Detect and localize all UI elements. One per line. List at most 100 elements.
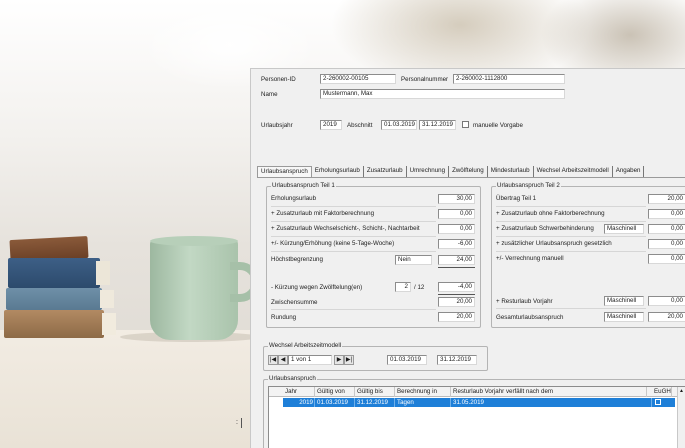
sum-line [438,267,475,268]
grid-header: Jahr Gültig von Gültig bis Berechnung in… [269,387,685,397]
teil2-gesetzlich-value[interactable]: 0,00 [648,239,685,249]
teil2-title: Urlaubsanspruch Teil 2 [496,182,561,190]
row-divider [271,236,436,237]
row-divider [496,206,646,207]
teil2-zusatz-ohne-faktor-label: + Zusatzurlaub ohne Faktorberechnung [496,210,605,217]
teil1-zusatz-schicht-label: + Zusatzurlaub Wechselschicht-, Schicht-… [271,225,420,232]
teil1-zusatz-faktor-value[interactable]: 0,00 [438,209,475,219]
column-header-berechnung[interactable]: Berechnung in [395,387,451,397]
row-divider [271,309,436,310]
sum-line [438,294,475,295]
abschnitt-bis-field[interactable]: 31.12.2019 [419,120,456,130]
name-field[interactable]: Mustermann, Max [320,89,565,99]
personalnummer-label: Personalnummer [401,76,449,83]
wechsel-bis-field[interactable]: 31.12.2019 [437,355,477,365]
teil1-zusatz-faktor-label: + Zusatzurlaub mit Faktorberechnung [271,210,375,217]
teil2-verrechnung-label: +/- Verrechnung manuell [496,255,564,262]
grid-scrollbar[interactable]: ▲ ▼ [677,387,685,448]
teil2-gesamt-label: Gesamturlaubsanspruch [496,314,564,321]
cell-jahr: 2019 [283,398,315,407]
column-header-verfall[interactable]: Resturlaub Vorjahr verfällt nach dem [451,387,647,397]
column-header-gueltig-bis[interactable]: Gültig bis [355,387,395,397]
teil2-uebertrag-value[interactable]: 20,00 [648,194,685,204]
scroll-up-icon[interactable]: ▲ [679,388,684,394]
teil1-hoechstbegrenzung-select[interactable]: Nein [395,255,432,265]
teil2-uebertrag-label: Übertrag Teil 1 [496,195,537,202]
row-divider [271,221,436,222]
teil2-resturlaub-select[interactable]: Maschinell [604,296,644,306]
previous-record-icon[interactable]: ◀ [278,355,288,365]
teil1-kuerzung-value[interactable]: -6,00 [438,239,475,249]
teil2-gesamt-select[interactable]: Maschinell [604,312,644,322]
teil1-zwoelftelung-count[interactable]: 2 [395,282,411,292]
teil2-resturlaub-value[interactable]: 0,00 [648,296,685,306]
mug-rim [150,236,238,246]
name-label: Name [261,91,278,98]
teil1-title: Urlaubsanspruch Teil 1 [271,182,336,190]
teil1-erholungsurlaub-value[interactable]: 30,00 [438,194,475,204]
teil2-schwerbehinderung-label: + Zusatzurlaub Schwerbehinderung [496,225,594,232]
wechsel-group: Wechsel Arbeitszeitmodell |◀ ◀ 1 von 1 ▶… [263,342,488,371]
teil1-hoechstbegrenzung-value[interactable]: 24,00 [438,255,475,265]
teil1-zwischensumme-value[interactable]: 20,00 [438,297,475,307]
row-divider [271,251,436,252]
row-divider [496,308,646,309]
teil2-verrechnung-value[interactable]: 0,00 [648,254,685,264]
mug [150,240,238,340]
personen-id-label: Personen-ID [261,76,296,83]
teil2-schwerbehinderung-select[interactable]: Maschinell [604,224,644,234]
record-pager[interactable]: 1 von 1 [288,355,332,365]
urlaubsanspruch-table-title: Urlaubsanspruch [268,375,317,383]
teil1-zwischensumme-label: Zwischensumme [271,299,318,306]
first-record-icon[interactable]: |◀ [268,355,278,365]
manuelle-vorgabe-checkbox[interactable] [462,121,469,128]
row-divider [496,251,646,252]
next-record-icon[interactable]: ▶ [334,355,344,365]
column-header-eugh[interactable]: EuGH [652,387,672,397]
book [4,310,116,338]
manuelle-vorgabe-label: manuelle Vorgabe [473,122,523,129]
table-row[interactable]: 2019 01.03.2019 31.12.2019 Tagen 31.05.2… [283,398,675,407]
cell-gueltig-bis: 31.12.2019 [355,398,395,407]
urlaubsanspruch-window: Personen-ID 2-260002-00105 Personalnumme… [250,68,685,448]
teil1-group: Urlaubsanspruch Teil 1 Erholungsurlaub 3… [266,182,481,328]
teil1-zwoelftelung-label: - Kürzung wegen Zwölftelung(en) [271,284,363,291]
teil1-rundung-label: Rundung [271,314,297,321]
teil1-zusatz-schicht-value[interactable]: 0,00 [438,224,475,234]
row-divider [496,236,646,237]
wechsel-title: Wechsel Arbeitszeitmodell [268,342,343,350]
urlaubsanspruch-table-group: Urlaubsanspruch Jahr Gültig von Gültig b… [263,375,685,448]
teil2-resturlaub-label: + Resturlaub Vorjahr [496,298,553,305]
teil1-hoechstbegrenzung-label: Höchstbegrenzung [271,256,323,263]
urlaubsanspruch-grid[interactable]: Jahr Gültig von Gültig bis Berechnung in… [268,386,685,448]
cell-berechnung: Tagen [395,398,451,407]
teil2-gesamt-value[interactable]: 20,00 [648,312,685,322]
last-record-icon[interactable]: ▶| [344,355,354,365]
personalnummer-field[interactable]: 2-260002-1112800 [453,74,565,84]
cell-eugh-checkbox[interactable] [655,399,661,405]
cell-gueltig-von: 01.03.2019 [315,398,355,407]
teil2-zusatz-ohne-faktor-value[interactable]: 0,00 [648,209,685,219]
row-divider [496,221,646,222]
teil1-erholungsurlaub-label: Erholungsurlaub [271,195,317,202]
urlaubsjahr-field[interactable]: 2019 [320,120,342,130]
teil1-kuerzung-label: +/- Kürzung/Erhöhung (keine 5-Tage-Woche… [271,240,395,247]
column-header-gueltig-von[interactable]: Gültig von [315,387,355,397]
abschnitt-label: Abschnitt [347,122,373,129]
window-edge-marker: : [236,418,242,428]
teil1-rundung-value[interactable]: 20,00 [438,312,475,322]
column-header-jahr[interactable]: Jahr [283,387,315,397]
wechsel-von-field[interactable]: 01.03.2019 [387,355,427,365]
abschnitt-von-field[interactable]: 01.03.2019 [381,120,417,130]
personen-id-field[interactable]: 2-260002-00105 [320,74,396,84]
book [6,288,114,310]
row-divider [271,206,436,207]
teil2-schwerbehinderung-value[interactable]: 0,00 [648,224,685,234]
teil1-zwoelftelung-value[interactable]: -4,00 [438,282,475,292]
table-surface [0,330,250,448]
teil2-gesetzlich-label: + zusätzlicher Urlaubsanspruch gesetzlic… [496,240,612,247]
teil1-zwoelftelung-of: / 12 [414,284,425,291]
book [8,258,110,288]
teil2-group: Urlaubsanspruch Teil 2 Übertrag Teil 1 2… [491,182,685,328]
cell-verfall: 31.05.2019 [451,398,652,407]
